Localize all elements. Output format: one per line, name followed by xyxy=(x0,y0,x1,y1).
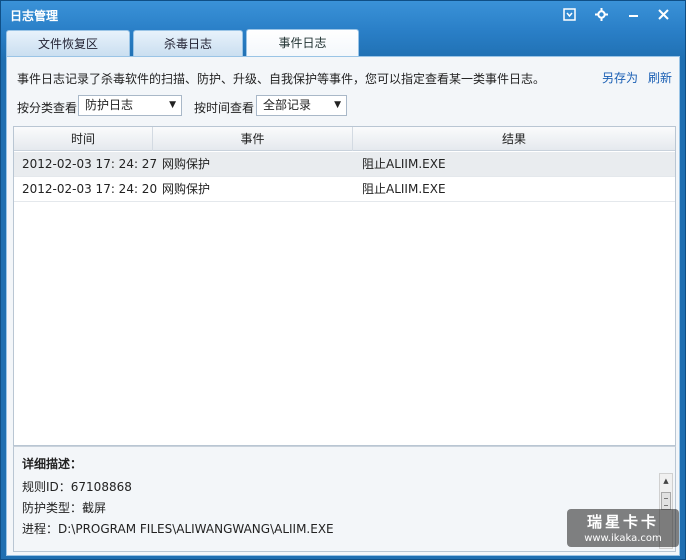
table-row[interactable]: 2012-02-03 17: 24: 20 网购保护 阻止ALIIM.EXE xyxy=(14,177,675,202)
title-bar[interactable]: 日志管理 xyxy=(1,1,685,29)
tab-virus-log[interactable]: 杀毒日志 xyxy=(133,30,243,57)
column-header-event[interactable]: 事件 xyxy=(153,127,353,151)
column-header-time[interactable]: 时间 xyxy=(14,127,153,151)
cell-event: 网购保护 xyxy=(162,182,211,196)
column-header-result[interactable]: 结果 xyxy=(353,127,675,151)
gear-icon[interactable] xyxy=(590,5,612,25)
category-filter-label: 按分类查看 xyxy=(17,101,78,115)
table-row[interactable]: 2012-02-03 17: 24: 27 网购保护 阻止ALIIM.EXE xyxy=(14,152,675,177)
watermark-brand: 瑞星卡卡 xyxy=(586,513,659,531)
minimize-to-tray-icon[interactable] xyxy=(558,5,580,25)
table-header: 时间 事件 结果 xyxy=(14,127,675,151)
category-select-value: 防护日志 xyxy=(85,98,134,112)
close-icon[interactable] xyxy=(652,5,674,25)
refresh-link[interactable]: 刷新 xyxy=(648,69,672,86)
window-title: 日志管理 xyxy=(10,9,59,23)
detail-process: 进程：D:\PROGRAM FILES\ALIWANGWANG\ALIIM.EX… xyxy=(22,522,334,536)
cell-time: 2012-02-03 17: 24: 20 xyxy=(22,182,158,196)
scroll-up-icon[interactable]: ▲ xyxy=(660,474,672,488)
save-as-link[interactable]: 另存为 xyxy=(602,69,638,86)
watermark-logo: 瑞星卡卡 www.ikaka.com xyxy=(567,509,679,547)
detail-title: 详细描述： xyxy=(22,457,83,471)
event-log-panel: 事件日志记录了杀毒软件的扫描、防护、升级、自我保护等事件，您可以指定查看某一类事… xyxy=(6,56,680,556)
dropdown-arrow-icon: ▼ xyxy=(169,100,176,110)
description-text: 事件日志记录了杀毒软件的扫描、防护、升级、自我保护等事件，您可以指定查看某一类事… xyxy=(17,72,546,86)
dropdown-arrow-icon: ▼ xyxy=(334,100,341,110)
tab-file-recovery[interactable]: 文件恢复区 xyxy=(6,30,130,57)
category-select[interactable]: 防护日志 ▼ xyxy=(78,95,182,116)
cell-event: 网购保护 xyxy=(162,157,211,171)
cell-result: 阻止ALIIM.EXE xyxy=(362,182,446,196)
time-filter-label: 按时间查看 xyxy=(194,101,255,115)
minimize-icon[interactable] xyxy=(622,5,644,25)
detail-rule-id: 规则ID：67108868 xyxy=(22,480,132,494)
log-manager-window: 日志管理 文件恢复区 杀毒日志 事件日志 事件日志记录了杀毒软件的扫描、防护、升… xyxy=(0,0,686,560)
cell-time: 2012-02-03 17: 24: 27 xyxy=(22,157,158,171)
watermark-url: www.ikaka.com xyxy=(584,533,662,544)
detail-protection-type: 防护类型：截屏 xyxy=(22,501,107,515)
tab-event-log[interactable]: 事件日志 xyxy=(246,29,359,58)
time-select-value: 全部记录 xyxy=(263,98,312,112)
event-table: 时间 事件 结果 2012-02-03 17: 24: 27 网购保护 阻止AL… xyxy=(13,126,676,446)
time-select[interactable]: 全部记录 ▼ xyxy=(256,95,347,116)
cell-result: 阻止ALIIM.EXE xyxy=(362,157,446,171)
scroll-thumb[interactable] xyxy=(661,492,671,510)
